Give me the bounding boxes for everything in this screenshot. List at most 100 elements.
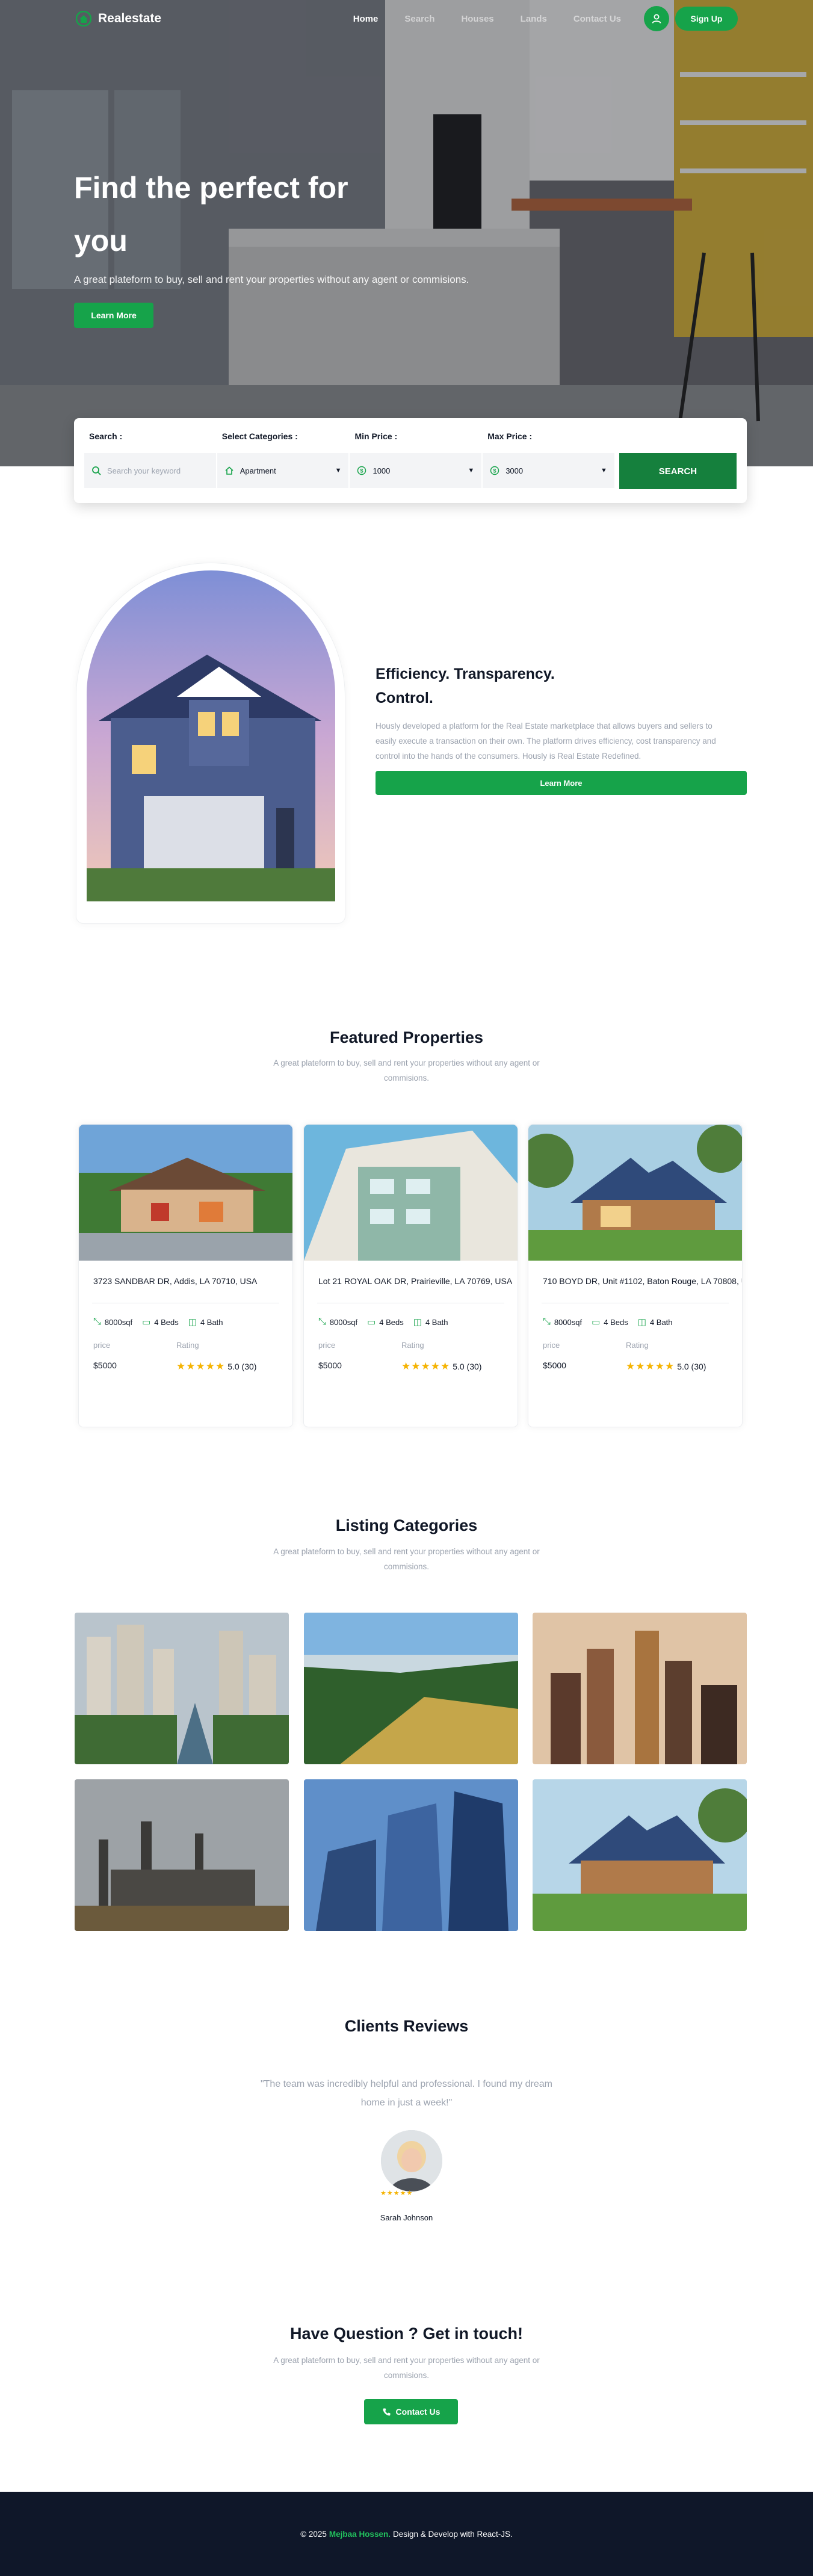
search-button[interactable]: SEARCH	[619, 453, 737, 489]
reviewer-name: Sarah Johnson	[380, 2213, 433, 2222]
keyword-label: Search :	[89, 431, 123, 441]
about-description: Hously developed a platform for the Real…	[376, 721, 716, 761]
featured-subtitle-text: A great plateform to buy, sell and rent …	[273, 1058, 540, 1083]
property-features: ⤡ 8000sqf ▭ 4 Beds ◫ 4 Bath	[79, 1317, 292, 1327]
property-features: ⤡ 8000sqf ▭ 4 Beds ◫ 4 Bath	[528, 1317, 742, 1327]
price-label: price	[318, 1341, 336, 1350]
price-label: price	[93, 1341, 111, 1350]
area-icon: ⤡	[318, 1317, 326, 1327]
copyright: © 2025	[300, 2529, 327, 2539]
nav-link-search[interactable]: Search	[404, 14, 434, 24]
avatar	[381, 2130, 442, 2191]
brand-name: Realestate	[98, 11, 162, 25]
beds-feature: ▭ 4 Beds	[142, 1317, 179, 1327]
property-card[interactable]: Lot 21 ROYAL OAK DR, Prairieville, LA 70…	[303, 1124, 518, 1427]
property-meta: price $5000 Rating ★★★★★ 5.0 (30)	[528, 1341, 742, 1373]
nav-links: Home Search Houses Lands Contact Us	[353, 14, 621, 24]
contact-us-label: Contact Us	[395, 2407, 441, 2417]
categories-title: Listing Categories	[335, 1516, 478, 1534]
hero-title: Find the perfect for you	[74, 171, 348, 258]
signup-button[interactable]: Sign Up	[675, 7, 738, 31]
bath-value: 4 Bath	[200, 1317, 223, 1327]
property-features: ⤡ 8000sqf ▭ 4 Beds ◫ 4 Bath	[304, 1317, 518, 1327]
price-value: $5000	[318, 1361, 342, 1370]
top-navbar: Realestate Home Search Houses Lands Cont…	[0, 0, 813, 37]
star-rating-icon: ★★★★★	[176, 1361, 226, 1372]
hero-learn-more-button[interactable]: Learn More	[74, 303, 153, 328]
bath-icon: ◫	[188, 1317, 197, 1327]
bath-value: 4 Bath	[649, 1317, 673, 1327]
rating: ★★★★★ 5.0 (30)	[176, 1361, 256, 1373]
max-price-select[interactable]: $ 3000 ▼	[483, 453, 614, 488]
bed-icon: ▭	[592, 1317, 601, 1327]
nav-link-home[interactable]: Home	[353, 14, 379, 24]
category-card-coast[interactable]	[304, 1613, 518, 1764]
categories-subtitle: A great plateform to buy, sell and rent …	[0, 1544, 813, 1574]
featured-subtitle: A great plateform to buy, sell and rent …	[0, 1055, 813, 1086]
area-value: 8000sqf	[104, 1317, 133, 1327]
hero-section: Realestate Home Search Houses Lands Cont…	[0, 0, 813, 466]
contact-us-button[interactable]: Contact Us	[364, 2399, 458, 2424]
price-value: $5000	[543, 1361, 566, 1370]
category-select[interactable]: Apartment ▼	[217, 453, 349, 488]
bath-feature: ◫ 4 Bath	[188, 1317, 223, 1327]
property-meta: price $5000 Rating ★★★★★ 5.0 (30)	[79, 1341, 292, 1373]
category-field: Select Categories : Apartment ▼	[217, 431, 349, 503]
user-account-button[interactable]	[644, 6, 669, 31]
nav-link-contact[interactable]: Contact Us	[573, 14, 621, 24]
search-icon	[92, 466, 101, 475]
nav-link-lands[interactable]: Lands	[521, 14, 547, 24]
category-card-city[interactable]	[75, 1613, 289, 1764]
rating: ★★★★★ 5.0 (30)	[626, 1361, 706, 1373]
nav-link-houses[interactable]: Houses	[461, 14, 493, 24]
price-value: $5000	[93, 1361, 117, 1370]
review-stars: ★★★★★	[380, 2190, 413, 2197]
svg-text:$: $	[360, 468, 363, 474]
hero-subtitle: A great plateform to buy, sell and rent …	[74, 274, 469, 285]
house-logo-icon	[75, 10, 92, 27]
property-image	[79, 1125, 292, 1261]
category-card-office[interactable]	[304, 1779, 518, 1931]
categories-subtitle-text: A great plateform to buy, sell and rent …	[273, 1547, 540, 1571]
phone-icon	[383, 2408, 391, 2416]
keyword-field: Search : Search your keyword	[84, 431, 216, 503]
home-icon	[225, 466, 233, 475]
beds-feature: ▭ 4 Beds	[367, 1317, 404, 1327]
beds-value: 4 Beds	[154, 1317, 179, 1327]
rating-label: Rating	[626, 1341, 649, 1350]
property-card[interactable]: 710 BOYD DR, Unit #1102, Baton Rouge, LA…	[528, 1124, 743, 1427]
bath-value: 4 Bath	[425, 1317, 448, 1327]
rating-label: Rating	[176, 1341, 199, 1350]
brand[interactable]: Realestate	[75, 10, 161, 27]
beds-feature: ▭ 4 Beds	[592, 1317, 628, 1327]
price-label: price	[543, 1341, 560, 1350]
about-title: Efficiency. Transparency. Control.	[376, 666, 555, 706]
area-icon: ⤡	[93, 1317, 101, 1327]
search-panel: Search : Search your keyword Select Cate…	[74, 418, 747, 503]
property-card[interactable]: 3723 SANDBAR DR, Addis, LA 70710, USA ⤡ 8…	[78, 1124, 293, 1427]
rating-value: 5.0 (30)	[227, 1362, 257, 1371]
area-value: 8000sqf	[329, 1317, 358, 1327]
star-rating-icon: ★★★★★	[626, 1361, 675, 1372]
category-card-house[interactable]	[533, 1779, 747, 1931]
area-feature: ⤡ 8000sqf	[318, 1317, 357, 1327]
min-price-select[interactable]: $ 1000 ▼	[350, 453, 482, 488]
min-price-value: 1000	[372, 466, 391, 475]
property-image	[304, 1125, 518, 1261]
star-rating-icon: ★★★★★	[401, 1361, 451, 1372]
contact-title: Have Question ? Get in touch!	[289, 2324, 524, 2343]
category-card-industrial[interactable]	[75, 1779, 289, 1931]
author-link[interactable]: Mejbaa Hossen.	[329, 2530, 391, 2539]
category-label: Select Categories :	[221, 431, 298, 441]
review-quote: "The team was incredibly helpful and pro…	[0, 2075, 813, 2112]
about-learn-more-button[interactable]: Learn More	[376, 771, 747, 795]
area-feature: ⤡ 8000sqf	[543, 1317, 582, 1327]
area-icon: ⤡	[543, 1317, 551, 1327]
category-card-skyline[interactable]	[533, 1613, 747, 1764]
chevron-down-icon: ▼	[335, 467, 342, 474]
keyword-input[interactable]: Search your keyword	[84, 453, 216, 488]
footer-credit: Design & Develop with React-JS.	[392, 2529, 513, 2539]
bath-icon: ◫	[413, 1317, 422, 1327]
max-price-value: 3000	[505, 466, 524, 475]
rating: ★★★★★ 5.0 (30)	[401, 1361, 481, 1373]
